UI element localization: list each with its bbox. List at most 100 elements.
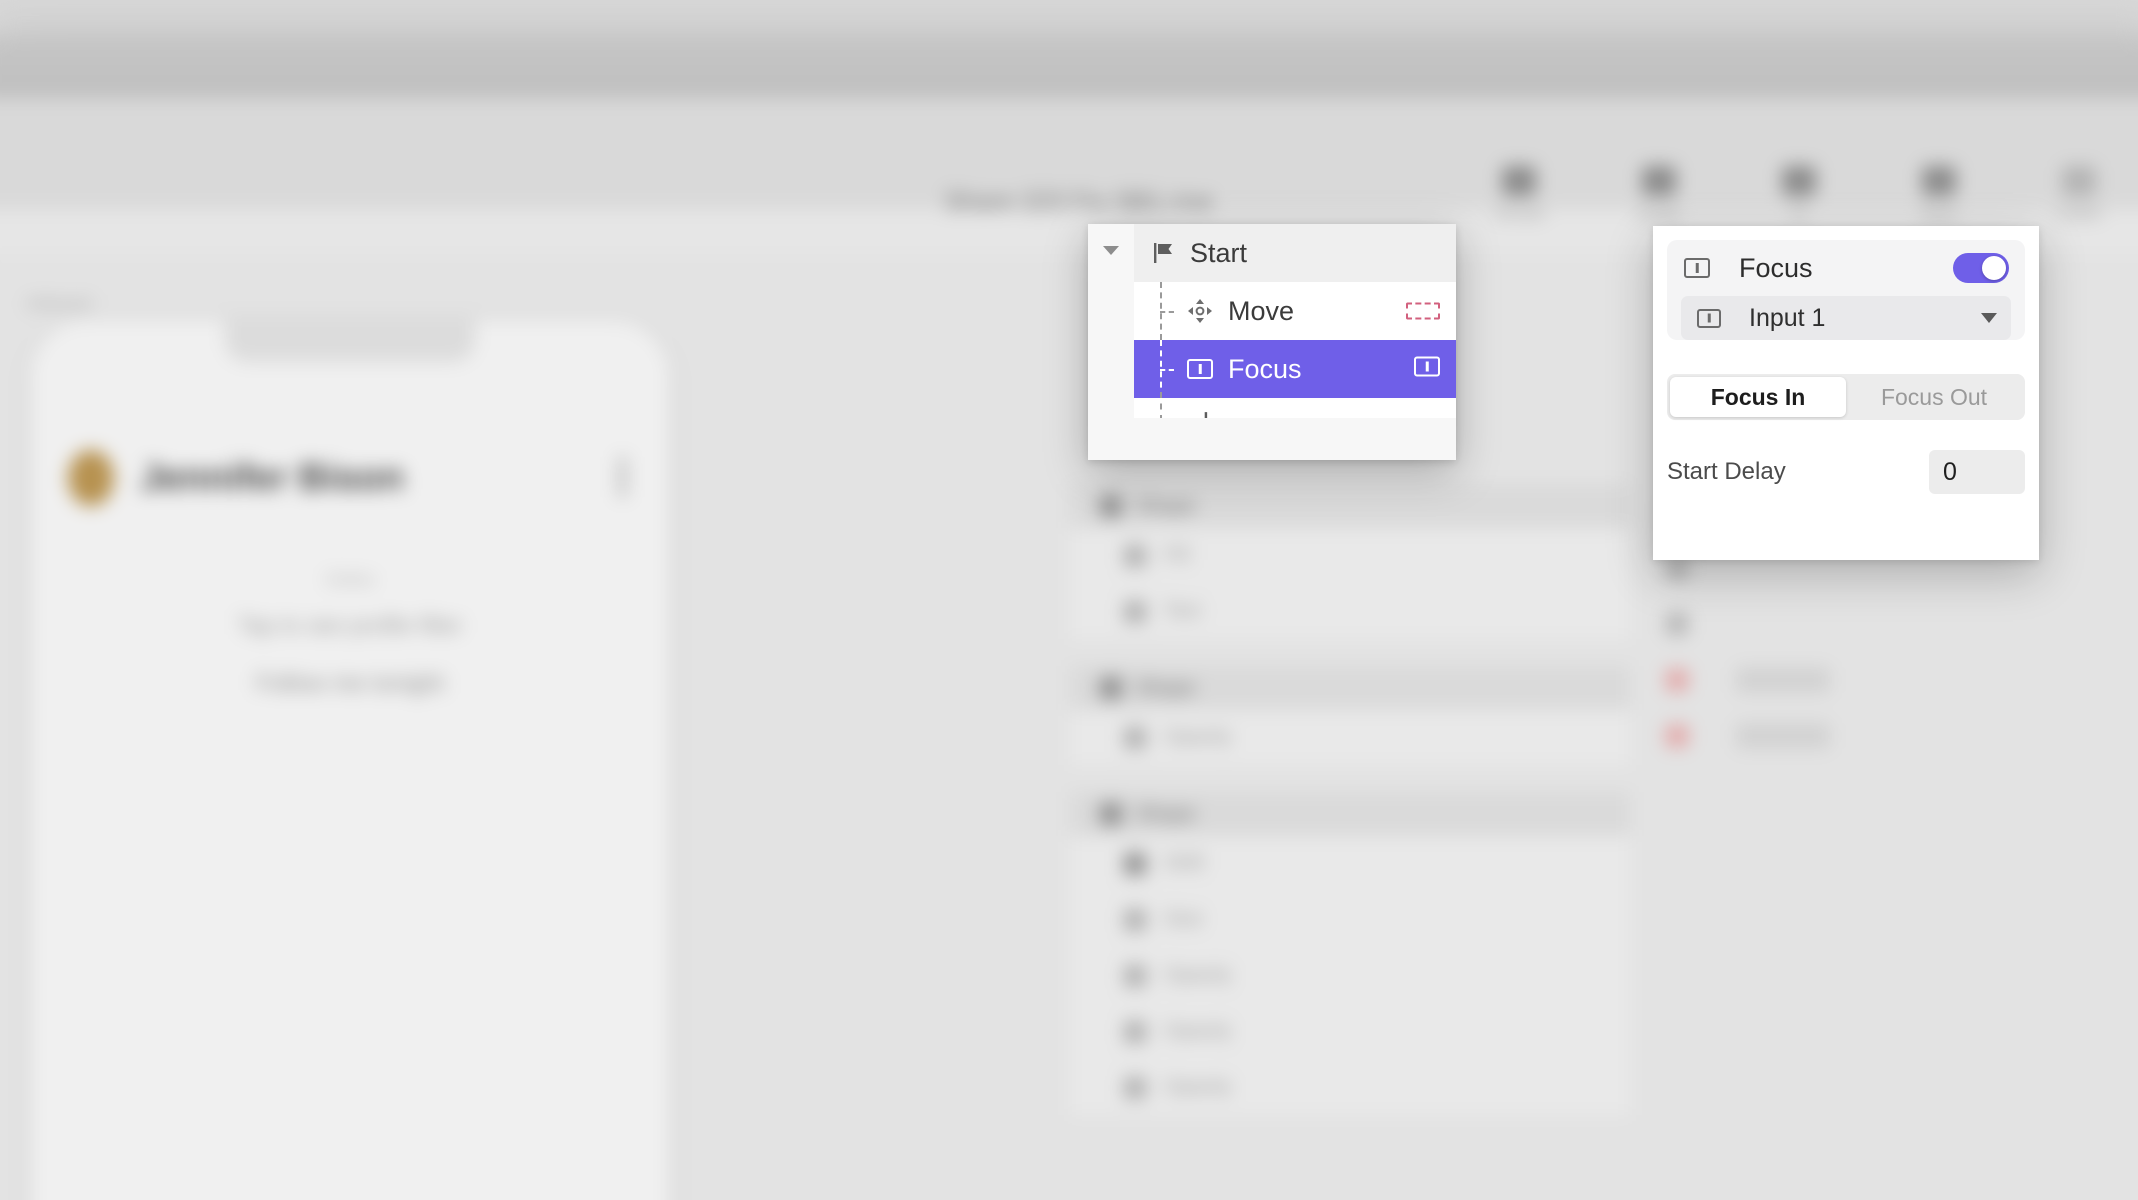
toolbar-item-label: Fit [1791, 205, 1807, 221]
input-field-badge [1414, 356, 1440, 382]
popover-footer [1134, 418, 1456, 460]
group-icon [1100, 495, 1122, 517]
phone-mockup: Jennifer Bison Online Tap to see profile… [30, 320, 670, 1200]
background-group-header: Shape [1070, 666, 1630, 710]
tree-connector [1152, 340, 1186, 398]
start-delay-row: Start Delay 0 [1667, 450, 2025, 494]
item-icon [1124, 600, 1146, 623]
group-icon [1100, 803, 1122, 825]
target-input-value: Input 1 [1749, 303, 1826, 332]
animate-icon [1502, 166, 1536, 196]
value-dot [1666, 613, 1688, 635]
popover-gutter [1088, 224, 1134, 460]
fit-icon [1782, 166, 1816, 196]
flag-icon [1152, 241, 1176, 265]
caret-down-icon [1981, 313, 1997, 323]
item-icon [1124, 908, 1146, 931]
background-list-item: Opacity [1070, 1004, 1630, 1060]
app-window: Share 223 Fix SB1.rive Animate Design Fi… [0, 36, 2138, 1200]
toggle-knob [1982, 256, 2006, 280]
start-delay-label: Start Delay [1667, 458, 1786, 485]
background-list-item: Fill [1070, 528, 1630, 584]
toolbar-item-label: Design [1637, 205, 1681, 221]
tab-focus-out[interactable]: Focus Out [1846, 377, 2022, 417]
item-icon [1124, 1020, 1146, 1043]
item-icon [1124, 964, 1146, 987]
contact-status: Online [325, 570, 375, 589]
input-field-icon [1695, 304, 1723, 332]
timeline-popover: Start Move Focus [1088, 224, 1456, 460]
inspector-header: Focus [1667, 240, 2025, 296]
toolbar-item-label: Publish [2056, 205, 2102, 221]
timeline-row-start[interactable]: Start [1134, 224, 1456, 282]
list-spacer [1070, 766, 1630, 792]
background-list-item: Size [1070, 892, 1630, 948]
item-icon [1124, 544, 1146, 567]
phone-notch [225, 320, 475, 362]
background-group-header: Shape [1070, 792, 1630, 836]
timeline-row-label: Move [1228, 295, 1295, 326]
toolbar-items: Animate Design Fit Share Publish [1480, 166, 2118, 221]
input-field-icon [1186, 355, 1214, 383]
value-dot [1666, 557, 1688, 579]
blurred-background: Share 223 Fix SB1.rive Animate Design Fi… [0, 0, 2138, 1200]
focus-inspector-panel: Focus Input 1 Focus In Focus Out Start D… [1653, 226, 2039, 560]
timeline-row-move[interactable]: Move [1134, 282, 1456, 340]
contact-hint: Tap to see profile filter [237, 612, 463, 638]
list-spacer [1070, 640, 1630, 666]
start-delay-input[interactable]: 0 [1929, 450, 2025, 494]
background-value-column [1650, 484, 2070, 1200]
value-row [1650, 652, 2070, 708]
background-property-list: Shape Fill Text Shape Opacity Shape Shif… [1070, 484, 1630, 1200]
timeline-row-focus[interactable]: Focus [1134, 340, 1456, 398]
value-pill [1736, 667, 1830, 693]
contact-action: Follow me tonight [255, 670, 445, 697]
app-root: Share 223 Fix SB1.rive Animate Design Fi… [0, 0, 2138, 1200]
share-icon [1922, 166, 1956, 196]
toolbar-item-label: Share [1920, 205, 1958, 221]
background-list-item: Text [1070, 584, 1630, 640]
dashed-rect-badge [1406, 302, 1440, 320]
move-icon [1186, 297, 1214, 325]
value-pill [1736, 723, 1830, 749]
item-icon [1124, 1076, 1146, 1099]
phone-header-row: Jennifer Bison [68, 450, 632, 506]
background-list-item: Opacity [1070, 1060, 1630, 1116]
value-row [1650, 596, 2070, 652]
window-titlebar [0, 36, 2138, 98]
background-list-item: Opacity [1070, 710, 1630, 766]
background-list-item: Shift [1070, 836, 1630, 892]
background-group-header: Shape [1070, 484, 1630, 528]
value-dot [1666, 725, 1688, 747]
inspector-title: Focus [1739, 252, 1813, 283]
contact-name: Jennifer Bison [140, 456, 404, 499]
toolbar-item-publish[interactable]: Publish [2040, 166, 2118, 221]
toolbar-item-design[interactable]: Design [1620, 166, 1698, 221]
focus-direction-tabs: Focus In Focus Out [1667, 374, 2025, 420]
toolbar-item-animate[interactable]: Animate [1480, 166, 1558, 221]
chevron-down-icon[interactable] [1103, 246, 1119, 255]
focus-enable-toggle[interactable] [1953, 253, 2009, 283]
tree-connector [1152, 282, 1186, 340]
item-icon [1124, 852, 1146, 875]
toolbar-item-fit[interactable]: Fit [1760, 166, 1838, 221]
group-icon [1100, 677, 1122, 699]
tab-focus-in[interactable]: Focus In [1670, 377, 1846, 417]
timeline-row-label: Start [1190, 237, 1248, 268]
toolbar-item-label: Animate [1493, 205, 1545, 221]
value-row [1650, 708, 2070, 764]
avatar [68, 450, 114, 506]
artboard-label: Artboard [26, 294, 92, 313]
item-icon [1124, 726, 1146, 749]
publish-icon [2062, 166, 2096, 196]
target-input-select[interactable]: Input 1 [1681, 296, 2011, 340]
toolbar-item-share[interactable]: Share [1900, 166, 1978, 221]
input-field-icon [1683, 254, 1711, 282]
timeline-row-label: Focus [1228, 353, 1302, 384]
more-options-icon [619, 456, 626, 498]
value-dot [1666, 669, 1688, 691]
popover-rows: Start Move Focus [1134, 224, 1456, 460]
design-icon [1642, 166, 1676, 196]
inspector-card: Focus Input 1 [1667, 240, 2025, 340]
background-list-item: Opacity [1070, 948, 1630, 1004]
